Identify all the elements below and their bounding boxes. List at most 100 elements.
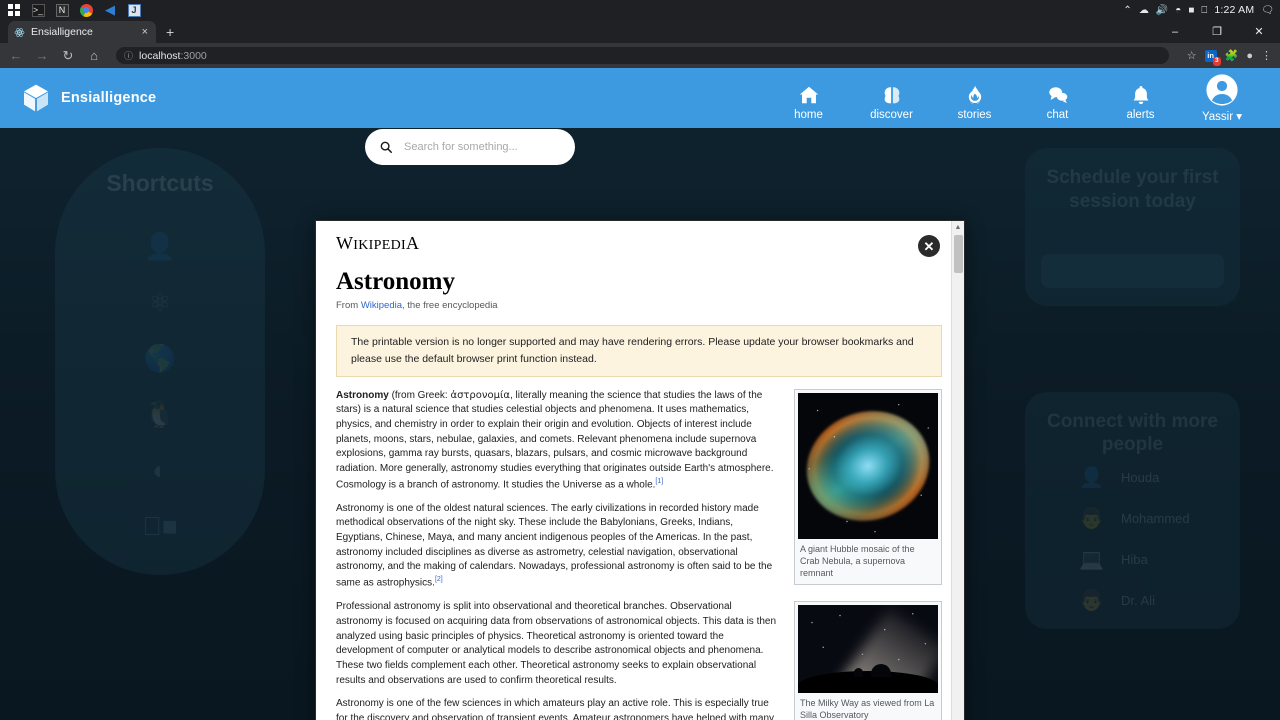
article-text-column: Astronomy (from Greek: ἀστρονομία, liter… (336, 389, 780, 720)
chevron-up-icon[interactable]: ⌃ (1123, 5, 1131, 16)
schedule-card[interactable]: Schedule your first session today (1025, 148, 1240, 306)
browser-tab-strip: Ensialligence × + – ❐ ✕ (0, 20, 1280, 43)
battery-icon[interactable]: ■ (1188, 5, 1194, 16)
nav-item-alerts[interactable]: alerts (1099, 84, 1182, 123)
user-headset-icon[interactable]: 👤 (144, 231, 176, 261)
system-tray: ⌃ ☁ 🔊 ◓ ■ ⎕ 1:22 AM 🗨 (1123, 4, 1280, 16)
brand-name: Ensialligence (61, 90, 157, 106)
editor-icon[interactable]: J (122, 0, 146, 20)
figure-caption: The Milky Way as viewed from La Silla Ob… (800, 698, 935, 720)
person-icon: 👤 (1079, 467, 1104, 489)
windows-start-icon[interactable] (2, 0, 26, 20)
taskbar-app-icons: >_ N ◀ J (0, 0, 146, 20)
schedule-card-title: Schedule your first session today (1046, 167, 1219, 212)
nav-label: stories (957, 109, 992, 121)
info-circle-icon[interactable]: ⓘ (124, 49, 133, 62)
paragraph-3: Professional astronomy is split into obs… (336, 601, 777, 686)
scroll-up-arrow[interactable]: ▲ (952, 221, 964, 234)
shortcuts-title: Shortcuts (106, 170, 214, 196)
person-name: Hiba (1121, 552, 1148, 567)
window-controls: – ❐ ✕ (1154, 20, 1280, 43)
address-bar[interactable]: ⓘ localhost:3000 (116, 47, 1169, 64)
milky-way-image (798, 605, 938, 694)
linkedin-extension-icon[interactable]: in 3 (1204, 49, 1221, 66)
wikipedia-article-scroll[interactable]: WIKIPEDIA Astronomy From Wikipedia, the … (316, 221, 964, 720)
pie-chart-icon[interactable]: ◐ (152, 455, 168, 485)
os-taskbar: >_ N ◀ J ⌃ ☁ 🔊 ◓ ■ ⎕ 1:22 AM 🗨 (0, 0, 1280, 20)
apple-icon[interactable]: ■ (142, 511, 177, 541)
window-close-button[interactable]: ✕ (1238, 20, 1280, 43)
browser-tab[interactable]: Ensialligence × (8, 21, 156, 43)
url-host: localhost (139, 49, 181, 62)
search-input[interactable] (404, 141, 561, 153)
shortcuts-card: Shortcuts 👤 ⚛ 🌎 🐧 ◐ ■ (55, 148, 265, 575)
nav-item-discover[interactable]: discover (850, 84, 933, 123)
person-row[interactable]: 👨 Mohammed (1041, 498, 1224, 539)
search-box[interactable] (365, 129, 575, 165)
back-button[interactable]: ← (8, 48, 24, 63)
app-header: Ensialligence home discover (0, 68, 1280, 165)
wifi-icon[interactable]: ◓ (1175, 5, 1181, 16)
people-card: Connect with more people 👤 Houda 👨 Moham… (1025, 391, 1240, 629)
cube-icon (24, 84, 48, 112)
nav-label: alerts (1126, 109, 1155, 121)
browser-menu-icon[interactable]: ⋮ (1261, 49, 1272, 62)
scrollbar-thumb[interactable] (954, 235, 963, 273)
forward-button[interactable]: → (34, 48, 50, 63)
schedule-card-body (1041, 253, 1224, 288)
chat-bubbles-icon (1048, 87, 1067, 104)
person-tie-icon: 👨 (1079, 508, 1104, 530)
figure-milky-way[interactable]: The Milky Way as viewed from La Silla Ob… (794, 601, 942, 720)
terminal-icon[interactable]: >_ (26, 0, 50, 20)
shortcuts-column: Shortcuts 👤 ⚛ 🌎 🐧 ◐ ■ (55, 148, 265, 575)
person-row[interactable]: 👤 Houda (1041, 457, 1224, 498)
vscode-icon[interactable]: ◀ (98, 0, 122, 20)
linux-penguin-icon[interactable]: 🐧 (144, 399, 176, 429)
clock[interactable]: 1:22 AM (1214, 4, 1254, 16)
volume-icon[interactable]: 🔊 (1156, 5, 1168, 16)
nav-label: home (794, 109, 823, 121)
tab-close-icon[interactable]: × (140, 26, 150, 38)
app-nav: home discover stories chat alerts Yassir… (767, 73, 1280, 123)
user-menu[interactable]: Yassir ▾ (1182, 73, 1262, 123)
figure-crab-nebula[interactable]: A giant Hubble mosaic of the Crab Nebula… (794, 388, 942, 586)
nav-label: chat (1046, 109, 1069, 121)
nav-item-stories[interactable]: stories (933, 84, 1016, 123)
chrome-icon[interactable] (74, 0, 98, 20)
close-icon[interactable]: ✕ (918, 235, 940, 257)
window-maximize-button[interactable]: ❐ (1196, 20, 1238, 43)
new-tab-button[interactable]: + (166, 24, 174, 40)
notepad-icon[interactable]: N (50, 0, 74, 20)
globe-icon[interactable]: 🌎 (144, 343, 176, 373)
window-minimize-button[interactable]: – (1154, 20, 1196, 43)
atom-icon[interactable]: ⚛ (148, 287, 171, 317)
home-button[interactable]: ⌂ (86, 48, 102, 63)
nav-item-home[interactable]: home (767, 84, 850, 123)
person-row[interactable]: 👨 Dr. Ali (1041, 580, 1224, 621)
bell-icon (1133, 86, 1148, 105)
profile-icon[interactable]: ● (1246, 50, 1253, 62)
page-subtitle: From Wikipedia, the free encyclopedia (336, 300, 498, 311)
keyboard-icon[interactable]: ⎕ (1201, 5, 1207, 16)
url-port: :3000 (180, 49, 207, 62)
puzzle-icon[interactable]: 🧩 (1225, 49, 1239, 62)
linkedin-badge: 3 (1213, 56, 1221, 66)
nav-item-chat[interactable]: chat (1016, 84, 1099, 123)
user-avatar-icon (1206, 74, 1238, 106)
bookmark-star-icon[interactable]: ☆ (1187, 49, 1197, 62)
browser-toolbar: ← → ↻ ⌂ ⓘ localhost:3000 ☆ in 3 🧩 ● ⋮ (0, 43, 1280, 68)
crab-nebula-image (798, 392, 938, 539)
person-name: Houda (1121, 470, 1160, 485)
toolbar-extensions: ☆ in 3 🧩 ● ⋮ (1183, 49, 1272, 66)
onedrive-icon[interactable]: ☁ (1139, 5, 1149, 16)
person-name: Dr. Ali (1121, 593, 1155, 608)
modal-scrollbar[interactable]: ▲ ▼ (951, 221, 964, 720)
article-body: Astronomy (from Greek: ἀστρονομία, liter… (336, 388, 942, 720)
reload-button[interactable]: ↻ (60, 48, 76, 64)
person-row[interactable]: 💻 Hiba (1041, 539, 1224, 580)
notifications-icon[interactable]: 🗨 (1261, 5, 1274, 16)
wikipedia-link[interactable]: Wikipedia (361, 300, 402, 311)
brand[interactable]: Ensialligence (0, 82, 156, 114)
page-title: Astronomy (336, 268, 455, 295)
person-screen-icon: 💻 (1079, 549, 1104, 571)
